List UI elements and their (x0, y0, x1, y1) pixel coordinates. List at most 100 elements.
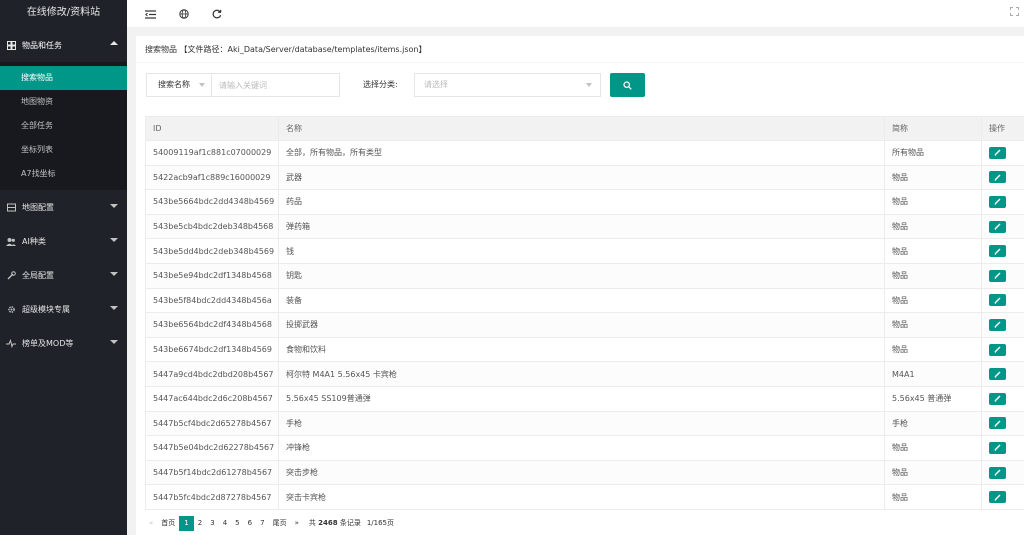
sidebar-item-a7-coordinates[interactable]: A7找坐标 (0, 162, 127, 186)
last-page-icon[interactable]: » (291, 516, 303, 531)
cell-action (981, 484, 1024, 510)
search-field-select[interactable]: 搜索名称 (146, 73, 212, 97)
cell-name: 药品 (278, 189, 885, 215)
edit-icon (994, 371, 1001, 378)
pagination: « 首页 1234567 尾页 » 共 2468 条记录 1/165页 (145, 514, 394, 532)
sidebar-item-map-loot[interactable]: 地图物资 (0, 90, 127, 114)
cell-id: 543be6674bdc2df1348b4569 (145, 336, 279, 363)
cell-name: 手枪 (278, 410, 885, 437)
edit-button[interactable] (989, 392, 1006, 405)
nav-group-rankings-mods[interactable]: 榜单及MOD等 (0, 326, 127, 360)
collapse-sidebar-icon[interactable] (143, 7, 157, 21)
cell-short: 物品 (884, 213, 982, 240)
table-row: 543be5e94bdc2df1348b4568 钥匙 物品 (145, 262, 1024, 289)
edit-button[interactable] (989, 343, 1006, 356)
nav-group-ai-types[interactable]: AI种类 (0, 224, 127, 258)
cell-name: 装备 (278, 287, 885, 314)
edit-button[interactable] (989, 368, 1006, 381)
column-header-name: 名称 (278, 116, 885, 141)
edit-button[interactable] (989, 195, 1006, 208)
category-select[interactable]: 请选择 (414, 73, 601, 97)
nav-group-global-config[interactable]: 全局配置 (0, 258, 127, 292)
edit-button[interactable] (989, 318, 1006, 331)
edit-button[interactable] (989, 171, 1006, 184)
page-number-button[interactable]: 6 (244, 516, 256, 531)
sidebar-item-search-items[interactable]: 搜索物品 (0, 66, 127, 90)
edit-icon (994, 346, 1001, 353)
edit-button[interactable] (989, 491, 1006, 504)
cell-action (981, 287, 1024, 314)
pulse-icon (6, 338, 16, 348)
nav-group-super-module[interactable]: 超级模块专属 (0, 292, 127, 326)
edit-icon (994, 174, 1001, 181)
cell-short: 物品 (884, 484, 982, 510)
search-button[interactable] (610, 73, 645, 97)
globe-icon[interactable] (177, 7, 191, 21)
cell-short: 物品 (884, 459, 982, 486)
page-number-button[interactable]: 7 (256, 516, 268, 531)
first-page-button[interactable]: 首页 (157, 516, 179, 531)
cell-short: 物品 (884, 189, 982, 215)
edit-button[interactable] (989, 220, 1006, 233)
nav-group-map-config[interactable]: 地图配置 (0, 190, 127, 224)
caret-up-icon (110, 41, 118, 45)
table-row: 543be5f84bdc2dd4348b456a 装备 物品 (145, 287, 1024, 314)
cell-name: 全部，所有物品，所有类型 (278, 140, 885, 166)
nav-group-items[interactable]: 物品和任务 (0, 28, 127, 62)
edit-button[interactable] (989, 146, 1006, 159)
edit-icon (994, 297, 1001, 304)
cell-name: 武器 (278, 164, 885, 191)
items-table: ID 名称 简称 操作 54009119af1c881c07000029 全部，所… (145, 116, 1024, 510)
first-page-icon[interactable]: « (145, 516, 157, 531)
cell-name: 钥匙 (278, 262, 885, 289)
last-page-button[interactable]: 尾页 (269, 516, 291, 531)
table-row: 543be5dd4bdc2deb348b4569 钱物品 (145, 238, 1024, 264)
caret-down-icon (110, 306, 118, 310)
cell-name: 弹药箱 (278, 213, 885, 240)
page-number-button[interactable]: 4 (219, 516, 231, 531)
column-header-id: ID (145, 116, 279, 141)
column-header-short: 简称 (884, 116, 982, 141)
main-card: 搜索物品 【文件路径：Aki_Data/Server/database/temp… (136, 36, 1024, 535)
edit-button[interactable] (989, 294, 1006, 307)
page-number-button[interactable]: 5 (231, 516, 243, 531)
nav-group-label: 全局配置 (22, 270, 54, 280)
page-number-button[interactable]: 3 (206, 516, 218, 531)
caret-down-icon (110, 272, 118, 276)
top-bar (127, 0, 1024, 28)
cell-action (981, 410, 1024, 437)
page-number-button[interactable]: 2 (194, 516, 206, 531)
cell-short: 物品 (884, 238, 982, 264)
cell-name: 冲锋枪 (278, 435, 885, 461)
app-logo: 在线修改/资料站 (0, 0, 127, 28)
refresh-icon[interactable] (210, 7, 224, 21)
table-row: 5447b5fc4bdc2d87278b4567 突击卡宾枪 物品 (145, 484, 1024, 510)
caret-down-icon (110, 204, 118, 208)
total-records: 共 2468 条记录 (308, 519, 361, 527)
edit-icon (994, 223, 1001, 230)
edit-icon (994, 321, 1001, 329)
cell-short: 手枪 (884, 410, 982, 437)
cell-short: 物品 (884, 312, 982, 338)
edit-button[interactable] (989, 417, 1006, 430)
cell-short: 物品 (884, 262, 982, 289)
keyword-input[interactable] (212, 73, 340, 97)
table-row: 5447b5f14bdc2d61278b4567 突击步枪 物品 (145, 459, 1024, 486)
edit-button[interactable] (989, 269, 1006, 282)
cell-id: 543be5cb4bdc2deb348b4568 (145, 213, 279, 240)
cell-action (981, 164, 1024, 191)
page-number-button[interactable]: 1 (179, 515, 194, 531)
cell-action (981, 262, 1024, 289)
cell-short: M4A1 (884, 361, 982, 387)
items-icon (6, 40, 16, 50)
edit-button[interactable] (989, 441, 1006, 454)
sidebar-item-all-quests[interactable]: 全部任务 (0, 114, 127, 138)
edit-button[interactable] (989, 245, 1006, 258)
cell-id: 5447b5e04bdc2d62278b4567 (145, 435, 279, 461)
edit-button[interactable] (989, 466, 1006, 479)
cell-short: 所有物品 (884, 140, 982, 166)
page-numbers: 1234567 (179, 515, 268, 531)
fullscreen-icon[interactable] (1008, 7, 1020, 19)
cell-name: 突击卡宾枪 (278, 484, 885, 510)
sidebar-item-coordinates[interactable]: 坐标列表 (0, 138, 127, 162)
